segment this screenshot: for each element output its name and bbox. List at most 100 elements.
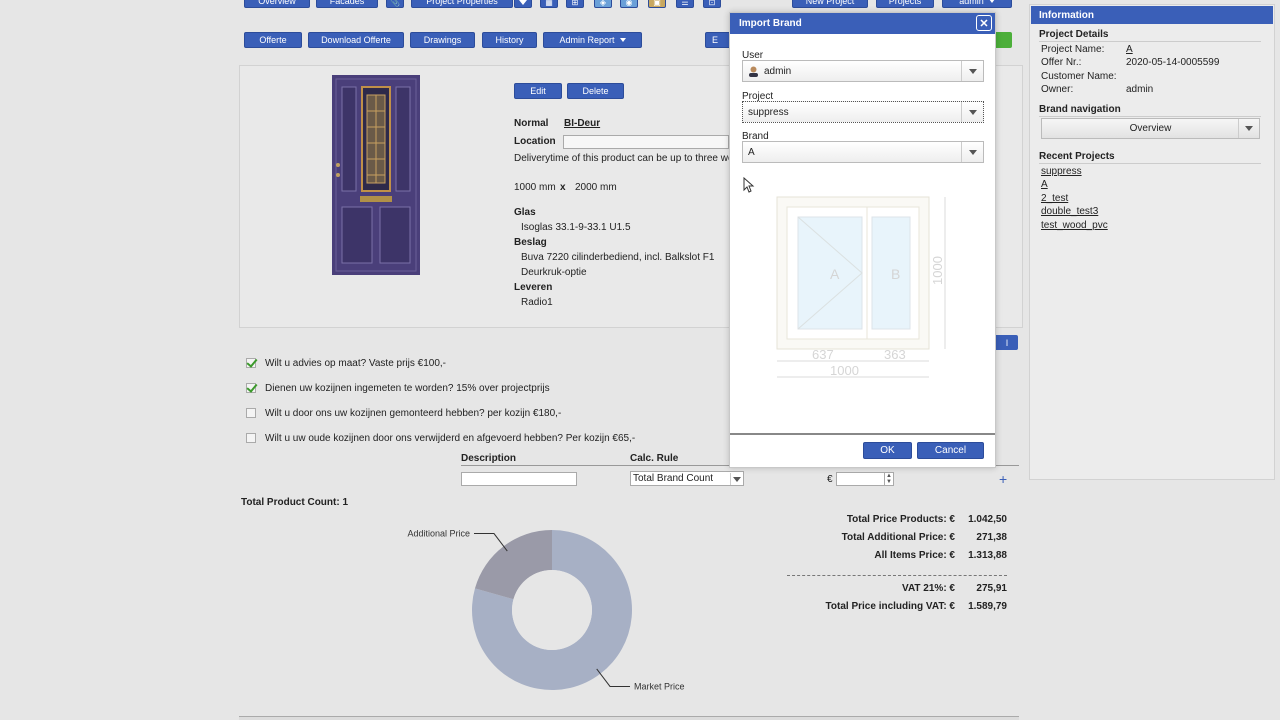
total-additional-label: Total Additional Price: € <box>841 532 955 543</box>
location-input[interactable] <box>563 135 729 149</box>
cancel-button[interactable]: Cancel <box>917 442 984 459</box>
dialog-title-text: Import Brand <box>739 18 802 29</box>
height-dimension: 1000 <box>930 256 945 285</box>
recent-project-link[interactable]: double_test3 <box>1041 206 1098 217</box>
user-avatar-icon <box>748 66 759 77</box>
hidden-action-button[interactable]: E <box>705 32 731 48</box>
green-action-button[interactable] <box>996 32 1012 48</box>
history-button[interactable]: History <box>482 32 537 48</box>
caret-down-icon <box>619 38 626 42</box>
recent-project-link[interactable]: A <box>1041 179 1048 190</box>
currency-symbol: € <box>827 474 833 485</box>
import-icon[interactable]: ⊞ <box>566 0 584 8</box>
owner-label: Owner: <box>1041 84 1074 95</box>
mouse-cursor-icon <box>743 177 755 193</box>
chevron-down-icon <box>961 102 983 122</box>
normal-label: Normal <box>514 118 549 129</box>
dialog-title: Import Brand <box>730 13 995 34</box>
project-name-link[interactable]: A <box>1126 44 1133 55</box>
download-offerte-button[interactable]: Download Offerte <box>308 32 404 48</box>
export-icon[interactable]: ⊡ <box>703 0 721 8</box>
dimension-separator: x <box>560 182 566 193</box>
donut-label-market-price: Market Price <box>634 681 685 691</box>
total-products-value: 1.042,50 <box>968 514 1007 525</box>
option-checkbox-3[interactable] <box>246 408 256 418</box>
total-additional-value: 271,38 <box>976 532 1007 543</box>
option-label-1: Wilt u advies op maat? Vaste prijs €100,… <box>265 358 447 369</box>
stepper-arrows-icon[interactable]: ▲ ▼ <box>884 473 893 485</box>
option-label-2: Dienen uw kozijnen ingemeten te worden? … <box>265 383 550 394</box>
drawings-button[interactable]: Drawings <box>410 32 475 48</box>
option-checkbox-4[interactable] <box>246 433 256 443</box>
user-value: admin <box>764 65 792 77</box>
total-incl-vat-label: Total Price including VAT: € <box>825 601 955 612</box>
partial-button[interactable]: l <box>996 335 1018 350</box>
project-properties-button[interactable]: Project Properties <box>411 0 513 8</box>
customer-name-label: Customer Name: <box>1041 71 1117 82</box>
new-project-button[interactable]: New Project <box>792 0 868 8</box>
option-label-4: Wilt u uw oude kozijnen door ons verwijd… <box>265 433 636 444</box>
recent-project-link[interactable]: 2_test <box>1041 193 1068 204</box>
width-b-dimension: 363 <box>884 347 906 362</box>
admin-menu-button[interactable]: admin <box>942 0 1012 8</box>
box-icon[interactable]: ▣ <box>648 0 666 8</box>
owner-value: admin <box>1126 84 1154 95</box>
donut-label-additional-price: Additional Price <box>407 529 470 539</box>
sidebar-title: Information <box>1031 6 1273 24</box>
product-type-link[interactable]: BI-Deur <box>564 118 600 129</box>
recent-projects-header: Recent Projects <box>1039 151 1261 164</box>
chart-icon[interactable]: ▦ <box>540 0 558 8</box>
amount-stepper[interactable]: ▲ ▼ <box>836 472 894 486</box>
brand-navigation-value: Overview <box>1129 123 1172 134</box>
price-donut-chart: Market Price Additional Price <box>407 529 685 692</box>
calc-rule-select[interactable]: Total Brand Count <box>630 471 744 486</box>
option-checkbox-2[interactable] <box>246 383 256 393</box>
admin-report-button[interactable]: Admin Report <box>543 32 642 48</box>
recent-project-link[interactable]: test_wood_pvc <box>1041 220 1108 231</box>
chevron-down-icon[interactable] <box>514 0 532 8</box>
chevron-down-icon <box>1238 119 1259 138</box>
option-checkbox-1[interactable] <box>246 358 256 368</box>
bottom-table-edge <box>239 716 1019 720</box>
beslag-value-2: Deurkruk-optie <box>521 267 587 278</box>
location-label: Location <box>514 136 556 147</box>
overview-button[interactable]: Overview <box>244 0 310 8</box>
leveren-value: Radio1 <box>521 297 553 308</box>
offerte-button[interactable]: Offerte <box>244 32 302 48</box>
total-incl-vat-value: 1.589,79 <box>968 601 1007 612</box>
offer-nr-label: Offer Nr.: <box>1041 57 1082 68</box>
dimension-width: 1000 mm <box>514 182 556 193</box>
calc-rule-header: Calc. Rule <box>630 453 679 464</box>
facades-button[interactable]: Facades <box>316 0 378 8</box>
project-select[interactable]: suppress <box>742 101 984 123</box>
globe-icon[interactable]: ◈ <box>594 0 612 8</box>
link-icon[interactable]: ◉ <box>620 0 638 8</box>
width-a-dimension: 637 <box>812 347 834 362</box>
chevron-down-icon <box>961 61 983 81</box>
dimension-height: 2000 mm <box>575 182 617 193</box>
description-input[interactable] <box>461 472 577 486</box>
calc-rule-value: Total Brand Count <box>633 473 714 484</box>
chevron-down-icon <box>730 473 742 485</box>
attachment-icon[interactable]: 📎 <box>386 0 404 8</box>
price-divider <box>787 575 1007 576</box>
ok-button[interactable]: OK <box>863 442 912 459</box>
import-brand-dialog: Import Brand ✕ User admin Project suppre… <box>729 12 996 468</box>
projects-button[interactable]: Projects <box>876 0 934 8</box>
list-icon[interactable]: ☰ <box>676 0 694 8</box>
user-select[interactable]: admin <box>742 60 984 82</box>
add-icon[interactable]: + <box>999 471 1007 487</box>
edit-button[interactable]: Edit <box>514 83 562 99</box>
delete-button[interactable]: Delete <box>567 83 624 99</box>
brand-preview-drawing: A B 1000 637 363 1000 <box>776 196 946 378</box>
description-header: Description <box>461 453 517 464</box>
all-items-label: All Items Price: € <box>874 550 955 561</box>
sash-a-label: A <box>830 266 840 282</box>
donut-hole <box>512 570 592 650</box>
recent-project-link[interactable]: suppress <box>1041 166 1082 177</box>
close-icon[interactable]: ✕ <box>976 15 992 31</box>
brand-navigation-select[interactable]: Overview <box>1041 118 1260 139</box>
brand-select[interactable]: A <box>742 141 984 163</box>
glas-value: Isoglas 33.1-9-33.1 U1.5 <box>521 222 631 233</box>
vat-label: VAT 21%: € <box>902 583 955 594</box>
